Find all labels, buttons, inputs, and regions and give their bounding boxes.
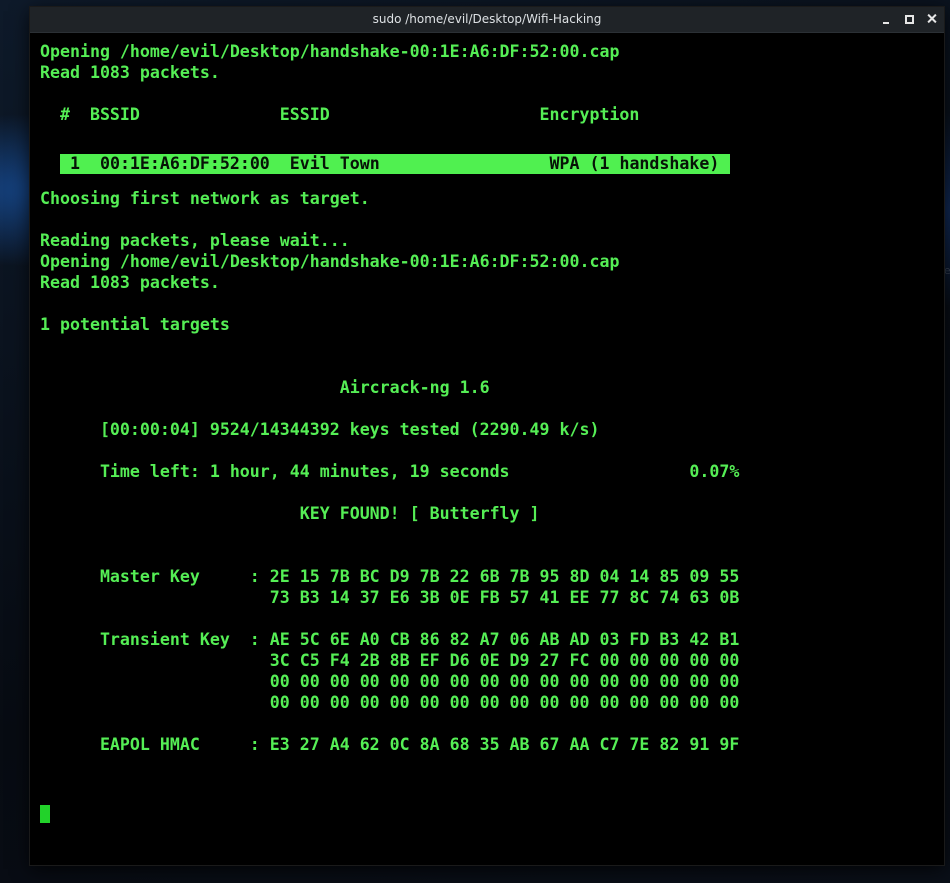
maximize-button[interactable] [901,11,917,27]
window-titlebar[interactable]: sudo /home/evil/Desktop/Wifi-Hacking [30,7,944,33]
eapol-hmac-line: EAPOL HMAC : E3 27 A4 62 0C 8A 68 35 AB … [40,735,740,754]
desktop-background: Wifi-Hacking - File Manager /home/evil/D… [0,0,950,883]
line-opening-capture-2: Opening /home/evil/Desktop/handshake-00:… [40,252,620,271]
line-opening-capture: Opening /home/evil/Desktop/handshake-00:… [40,42,620,61]
line-choosing-target: Choosing first network as target. [40,189,370,208]
window-title: sudo /home/evil/Desktop/Wifi-Hacking [372,12,602,26]
master-key-line-2: 73 B3 14 37 E6 3B 0E FB 57 41 EE 77 8C 7… [40,588,740,607]
close-button[interactable] [924,11,940,27]
key-found-line: KEY FOUND! [ Butterfly ] [40,504,540,523]
network-table-header: # BSSID ESSID Encryption [40,105,640,124]
minimize-button[interactable] [878,11,894,27]
aircrack-banner: Aircrack-ng 1.6 [40,378,490,397]
master-key-line-1: Master Key : 2E 15 7B BC D9 7B 22 6B 7B … [40,567,740,586]
network-table-row-selected: 1 00:1E:A6:DF:52:00 Evil Town WPA (1 han… [60,154,730,174]
network-table-row: 1 00:1E:A6:DF:52:00 Evil Town WPA (1 han… [60,154,720,173]
terminal-window[interactable]: sudo /home/evil/Desktop/Wifi-Hacking Ope… [30,7,944,865]
line-read-packets: Read 1083 packets. [40,63,220,82]
line-read-packets-2: Read 1083 packets. [40,273,220,292]
transient-key-line-4: 00 00 00 00 00 00 00 00 00 00 00 00 00 0… [40,693,740,712]
transient-key-line-2: 3C C5 F4 2B 8B EF D6 0E D9 27 FC 00 00 0… [40,651,740,670]
transient-key-line-3: 00 00 00 00 00 00 00 00 00 00 00 00 00 0… [40,672,740,691]
terminal-cursor[interactable] [40,805,50,823]
keys-tested-progress: [00:00:04] 9524/14344392 keys tested (22… [40,420,600,439]
transient-key-line-1: Transient Key : AE 5C 6E A0 CB 86 82 A7 … [40,630,740,649]
time-left-line: Time left: 1 hour, 44 minutes, 19 second… [40,462,740,481]
line-reading-packets: Reading packets, please wait... [40,231,350,250]
line-potential-targets: 1 potential targets [40,315,230,334]
terminal-output[interactable]: Opening /home/evil/Desktop/handshake-00:… [30,33,944,865]
